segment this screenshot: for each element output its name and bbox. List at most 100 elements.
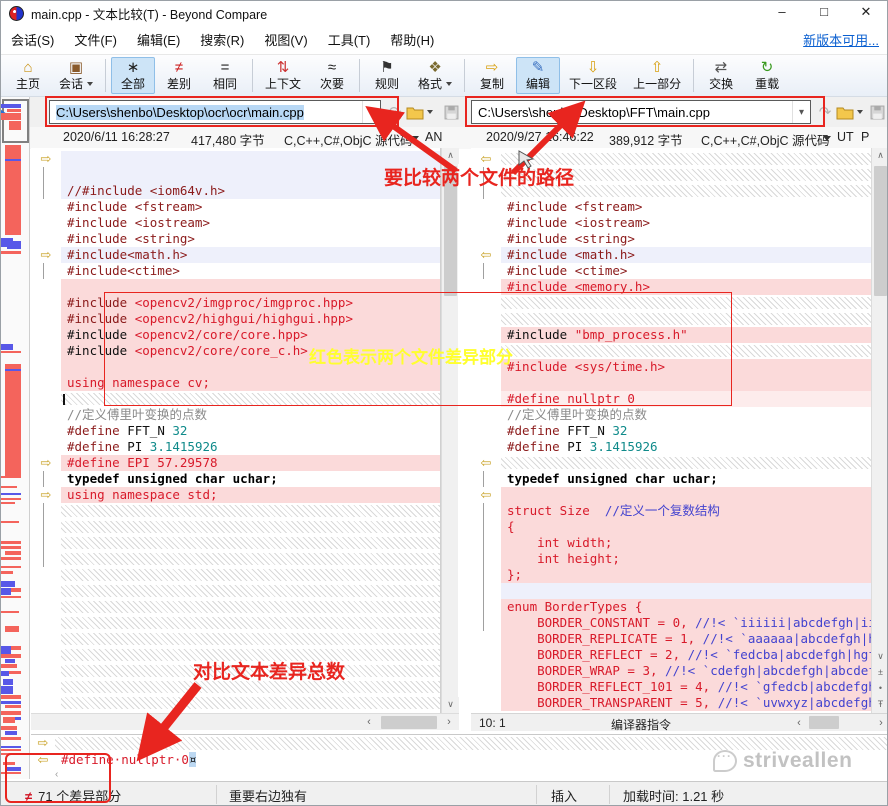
code-line[interactable]: BORDER_REFLECT = 2, //!< `fedcba|abcdefg… xyxy=(471,647,871,663)
same-button[interactable]: = 相同 xyxy=(203,57,247,94)
code-line[interactable]: //定义傅里叶变换的点数 xyxy=(471,407,871,423)
left-horizontal-scrollbar[interactable]: ‹ › xyxy=(31,713,459,730)
diffs-button[interactable]: ≠ 差别 xyxy=(157,57,201,94)
code-line[interactable]: #include <fstream> xyxy=(471,199,871,215)
left-reload-file-icon[interactable]: ↷ xyxy=(385,102,405,122)
code-line[interactable] xyxy=(471,583,871,599)
right-horizontal-scrollbar[interactable]: ‹ › xyxy=(791,714,887,731)
code-line[interactable]: #include <opencv2/highgui/highgui.hpp> xyxy=(31,311,440,327)
code-line[interactable] xyxy=(471,167,871,183)
left-hscroll-left-icon[interactable]: ‹ xyxy=(361,716,377,728)
right-hscroll-right-icon[interactable]: › xyxy=(873,717,887,729)
left-hscroll-thumb[interactable] xyxy=(381,716,437,729)
code-line[interactable] xyxy=(31,695,440,711)
code-line[interactable]: BORDER_TRANSPARENT = 5, //!< `uvwxyz|abc… xyxy=(471,695,871,711)
code-line[interactable]: #include<ctime> xyxy=(31,263,440,279)
right-open-folder-caret[interactable] xyxy=(854,102,864,122)
diff-section-arrow-icon[interactable]: ⇨ xyxy=(31,455,61,471)
code-line[interactable]: BORDER_REFLECT_101 = 4, //!< `gfedcb|abc… xyxy=(471,679,871,695)
format-button[interactable]: ❖ 格式 xyxy=(411,57,459,94)
code-line[interactable]: #include <iostream> xyxy=(471,215,871,231)
right-hscroll-left-icon[interactable]: ‹ xyxy=(791,717,807,729)
code-line[interactable]: ⇨ #include<math.h> xyxy=(31,247,440,263)
code-line[interactable]: #define PI 3.1415926 xyxy=(471,439,871,455)
code-line[interactable]: #include <memory.h> xyxy=(471,279,871,295)
diff-section-arrow-icon[interactable]: ⇦ xyxy=(471,151,501,167)
home-button[interactable]: ⌂ 主页 xyxy=(6,57,50,94)
current-diff-icon[interactable]: • xyxy=(872,681,887,697)
left-hscroll-right-icon[interactable]: › xyxy=(441,716,457,728)
code-line[interactable]: typedef unsigned char uchar; xyxy=(31,471,440,487)
code-line[interactable]: int width; xyxy=(471,535,871,551)
left-scroll-up-icon[interactable]: ∧ xyxy=(442,148,459,164)
diff-section-arrow-icon[interactable]: ⇦ xyxy=(471,247,501,263)
code-line[interactable]: BORDER_CONSTANT = 0, //!< `iiiiii|abcdef… xyxy=(471,615,871,631)
right-hscroll-thumb[interactable] xyxy=(809,716,839,729)
code-line[interactable] xyxy=(31,567,440,583)
code-line[interactable]: #define FFT_N 32 xyxy=(31,423,440,439)
left-file-format[interactable]: C,C++,C#,ObjC 源代码 xyxy=(284,130,413,149)
diff-overview-map[interactable] xyxy=(1,97,30,779)
code-line[interactable] xyxy=(31,679,440,695)
edit-button[interactable]: ✎ 编辑 xyxy=(516,57,561,94)
code-line[interactable]: ⇦ xyxy=(471,151,871,167)
code-line[interactable]: //#include <iom64v.h> xyxy=(31,183,440,199)
code-line[interactable] xyxy=(31,167,440,183)
next-section-button[interactable]: ⇩ 下一区段 xyxy=(562,57,624,94)
code-line[interactable]: typedef unsigned char uchar; xyxy=(471,471,871,487)
code-line[interactable]: ⇦ #include <math.h> xyxy=(471,247,871,263)
code-line[interactable]: #define FFT_N 32 xyxy=(471,423,871,439)
menu-file[interactable]: 文件(F) xyxy=(64,25,127,54)
code-line[interactable]: ⇨ xyxy=(31,151,440,167)
left-open-folder-caret[interactable] xyxy=(424,102,434,122)
code-line[interactable]: #include <opencv2/core/core.hpp> xyxy=(31,327,440,343)
code-line[interactable]: using namespace cv; xyxy=(31,375,440,391)
code-line[interactable] xyxy=(31,663,440,679)
code-line[interactable] xyxy=(31,615,440,631)
menu-help[interactable]: 帮助(H) xyxy=(380,25,444,54)
right-open-folder-icon[interactable] xyxy=(835,102,855,122)
code-line[interactable]: enum BorderTypes { xyxy=(471,599,871,615)
code-line[interactable]: #include <fstream> xyxy=(31,199,440,215)
code-line[interactable] xyxy=(31,535,440,551)
maximize-button[interactable]: □ xyxy=(803,1,845,25)
code-line[interactable] xyxy=(31,519,440,535)
code-line[interactable] xyxy=(31,279,440,295)
copy-button[interactable]: ⇨ 复制 xyxy=(470,57,514,94)
prev-section-button[interactable]: ⇧ 上一部分 xyxy=(626,57,688,94)
all-button[interactable]: ∗ 全部 xyxy=(111,57,156,94)
left-open-folder-icon[interactable] xyxy=(405,102,425,122)
code-line[interactable]: BORDER_REPLICATE = 1, //!< `aaaaaa|abcde… xyxy=(471,631,871,647)
code-line[interactable]: struct Size //定义一个复数结构 xyxy=(471,503,871,519)
code-line[interactable]: #include <string> xyxy=(471,231,871,247)
code-line[interactable]: ⇦ xyxy=(471,487,871,503)
code-line[interactable] xyxy=(471,375,871,391)
code-line[interactable] xyxy=(31,551,440,567)
menu-view[interactable]: 视图(V) xyxy=(254,25,317,54)
code-line[interactable]: int height; xyxy=(471,551,871,567)
left-scroll-down-icon[interactable]: ∨ xyxy=(442,697,459,713)
code-line[interactable]: ⇨ #define EPI 57.29578 xyxy=(31,455,440,471)
diff-section-arrow-icon[interactable]: ⇨ xyxy=(31,247,61,263)
code-line[interactable] xyxy=(31,359,440,375)
code-line[interactable] xyxy=(31,503,440,519)
left-path-dropdown-icon[interactable]: ▾ xyxy=(362,101,380,123)
minor-button[interactable]: ≈ 次要 xyxy=(310,57,354,94)
menu-session[interactable]: 会话(S) xyxy=(1,25,64,54)
code-line[interactable]: #include <iostream> xyxy=(31,215,440,231)
code-line[interactable] xyxy=(31,647,440,663)
code-line[interactable] xyxy=(471,311,871,327)
right-scroll-down-icon[interactable]: ∨ xyxy=(872,649,887,665)
code-line[interactable]: //定义傅里叶变换的点数 xyxy=(31,407,440,423)
right-scroll-thumb[interactable] xyxy=(874,166,887,296)
code-line[interactable]: ⇨ using namespace std; xyxy=(31,487,440,503)
left-scroll-thumb[interactable] xyxy=(444,166,457,296)
left-vertical-scrollbar[interactable]: ∧ ∨ xyxy=(441,148,459,713)
code-line[interactable]: #include <opencv2/core/core_c.h> xyxy=(31,343,440,359)
minimize-button[interactable]: – xyxy=(761,1,803,25)
left-path-combo[interactable]: C:\Users\shenbo\Desktop\ocr\ocr\main.cpp… xyxy=(49,100,381,124)
diff-section-arrow-icon[interactable]: ⇦ xyxy=(471,455,501,471)
menu-edit[interactable]: 编辑(E) xyxy=(127,25,190,54)
diff-section-arrow-icon[interactable]: ⇦ xyxy=(471,487,501,503)
code-line[interactable]: ⇦ xyxy=(471,455,871,471)
